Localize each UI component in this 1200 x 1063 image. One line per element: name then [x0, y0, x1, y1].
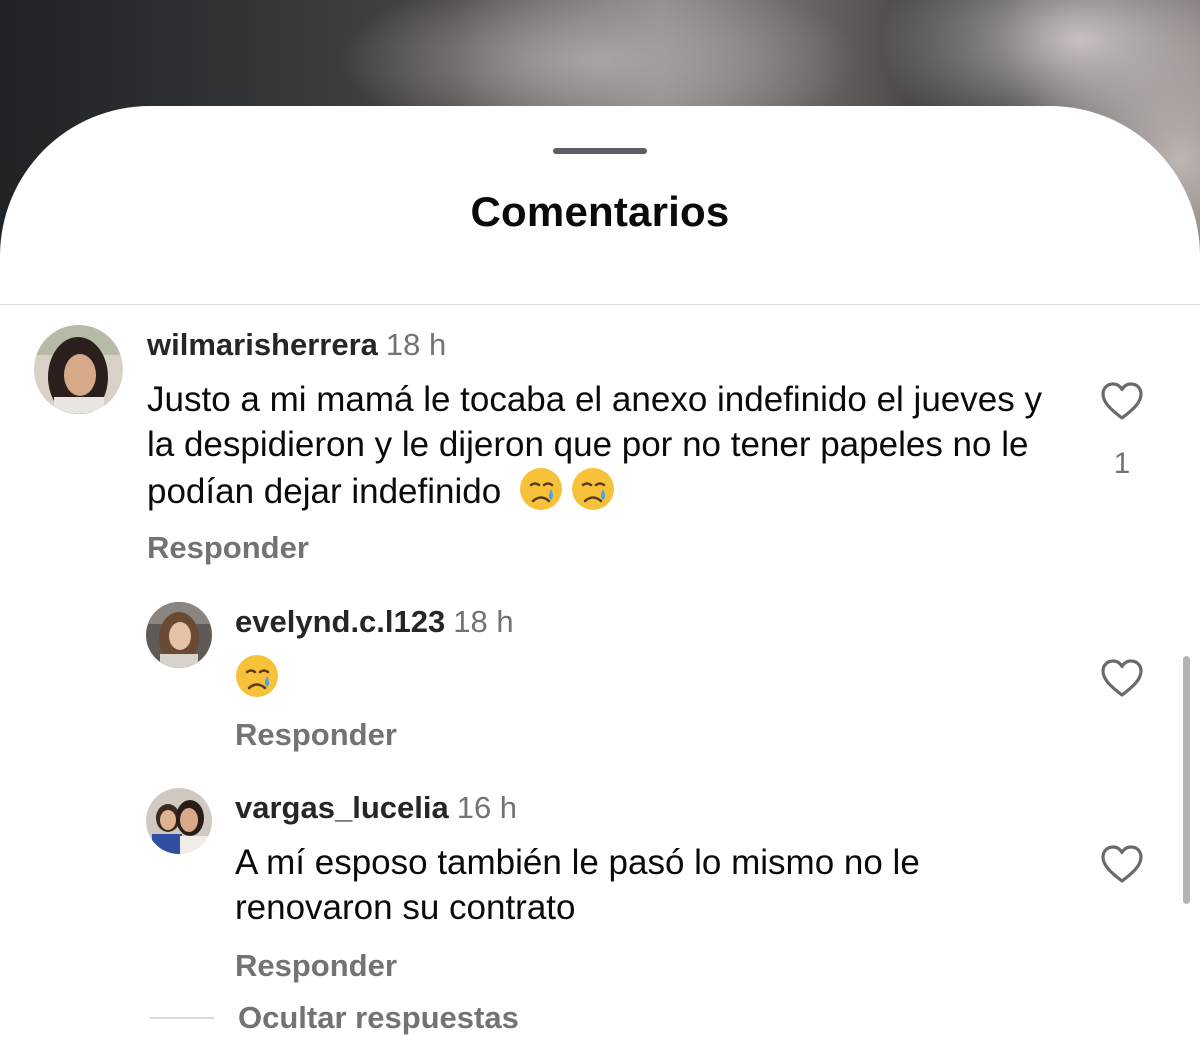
comment-time: 16 h	[456, 790, 518, 825]
crying-face-emoji	[571, 468, 614, 510]
reply-button[interactable]: Responder	[235, 948, 397, 984]
heart-outline-icon[interactable]	[1100, 381, 1144, 421]
sheet-title: Comentarios	[470, 188, 730, 235]
scrollbar[interactable]	[1183, 656, 1190, 904]
replies-toggle-line	[150, 1017, 214, 1019]
like-count[interactable]: 1	[1100, 447, 1144, 481]
username-text[interactable]: vargas_lucelia	[235, 790, 449, 825]
comment-username[interactable]: wilmarisherrera 18 h	[147, 327, 446, 363]
heart-outline-icon[interactable]	[1100, 844, 1144, 884]
header-divider	[0, 304, 1200, 305]
sheet-grabber-handle[interactable]	[553, 148, 647, 154]
comment-username[interactable]: evelynd.c.l123 18 h	[235, 604, 514, 640]
reply-button[interactable]: Responder	[147, 530, 309, 566]
comment-text	[235, 654, 1035, 701]
comment-time: 18 h	[385, 327, 447, 362]
avatar[interactable]	[146, 788, 212, 854]
heart-outline-icon[interactable]	[1100, 658, 1144, 698]
username-text[interactable]: evelynd.c.l123	[235, 604, 445, 639]
avatar[interactable]	[34, 325, 123, 414]
comment-text: A mí esposo también le pasó lo mismo no …	[235, 843, 920, 927]
username-text[interactable]: wilmarisherrera	[147, 327, 378, 362]
crying-face-emoji	[519, 468, 562, 510]
hide-replies-button[interactable]: Ocultar respuestas	[238, 1000, 519, 1036]
avatar[interactable]	[146, 602, 212, 668]
reply-button[interactable]: Responder	[235, 717, 397, 753]
crying-face-emoji	[236, 655, 278, 697]
comment-time: 18 h	[453, 604, 514, 639]
comment-username[interactable]: vargas_lucelia 16 h	[235, 790, 517, 826]
comment-text: Justo a mi mamá le tocaba el anexo indef…	[147, 377, 1047, 514]
